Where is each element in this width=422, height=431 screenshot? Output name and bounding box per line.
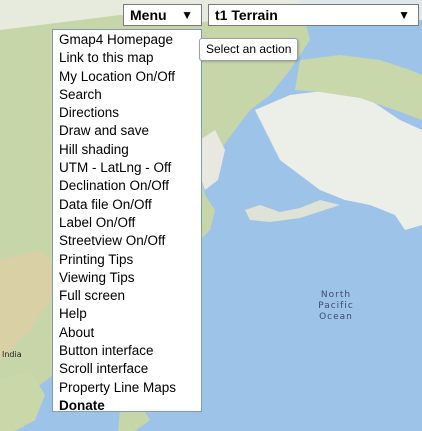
- menu-button[interactable]: Menu ▼: [123, 4, 202, 26]
- menu-item-button-interface[interactable]: Button interface: [53, 342, 201, 360]
- menu-item-full-screen[interactable]: Full screen: [53, 287, 201, 305]
- menu-item-link-to-map[interactable]: Link to this map: [53, 49, 201, 67]
- menu-item-declination[interactable]: Declination On/Off: [53, 177, 201, 195]
- menu-button-label: Menu: [130, 7, 167, 23]
- menu-item-viewing-tips[interactable]: Viewing Tips: [53, 269, 201, 287]
- map-type-label: t1 Terrain: [215, 7, 278, 23]
- chevron-down-icon: ▼: [398, 8, 410, 22]
- menu-item-label[interactable]: Label On/Off: [53, 214, 201, 232]
- menu-item-about[interactable]: About: [53, 324, 201, 342]
- menu-item-property-line-maps[interactable]: Property Line Maps: [53, 379, 201, 397]
- menu-item-streetview[interactable]: Streetview On/Off: [53, 232, 201, 250]
- menu-item-printing-tips[interactable]: Printing Tips: [53, 251, 201, 269]
- menu-item-search[interactable]: Search: [53, 86, 201, 104]
- menu-item-help[interactable]: Help: [53, 305, 201, 323]
- menu-dropdown: Gmap4 Homepage Link to this map My Locat…: [52, 29, 202, 415]
- menu-item-hill-shading[interactable]: Hill shading: [53, 141, 201, 159]
- menu-item-donate[interactable]: Donate: [53, 397, 201, 415]
- tooltip: Select an action: [199, 38, 299, 61]
- menu-item-scroll-interface[interactable]: Scroll interface: [53, 360, 201, 378]
- menu-item-my-location[interactable]: My Location On/Off: [53, 68, 201, 86]
- top-toolbar: Menu ▼ t1 Terrain ▼: [0, 0, 422, 28]
- menu-item-data-file[interactable]: Data file On/Off: [53, 196, 201, 214]
- menu-item-draw-and-save[interactable]: Draw and save: [53, 122, 201, 140]
- chevron-down-icon: ▼: [181, 8, 193, 22]
- menu-item-utm-latlng[interactable]: UTM - LatLng - Off: [53, 159, 201, 177]
- menu-item-directions[interactable]: Directions: [53, 104, 201, 122]
- country-label-india: India: [2, 350, 22, 359]
- ocean-label: North Pacific Ocean: [318, 290, 354, 322]
- menu-item-gmap4-homepage[interactable]: Gmap4 Homepage: [53, 31, 201, 49]
- map-type-select[interactable]: t1 Terrain ▼: [208, 4, 419, 26]
